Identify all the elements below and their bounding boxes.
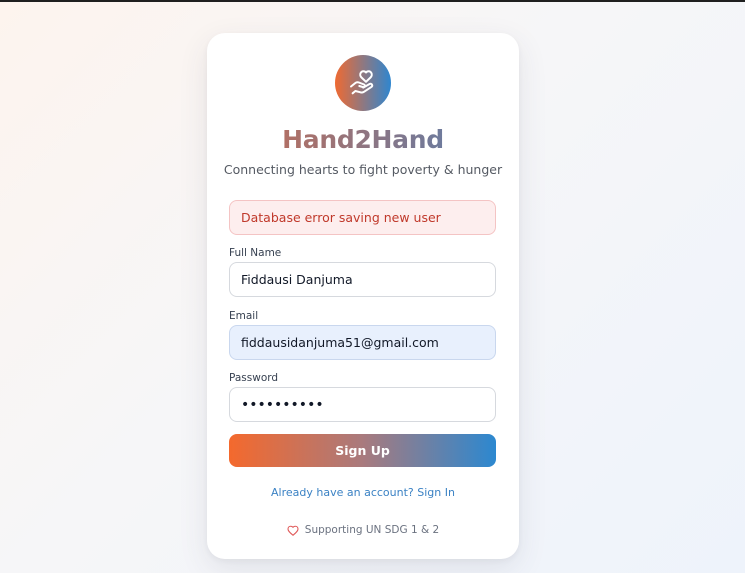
brand-title: Hand2Hand	[207, 123, 519, 157]
heart-icon	[287, 525, 299, 536]
full-name-label: Full Name	[229, 247, 282, 259]
brand-logo	[335, 55, 391, 111]
signup-card: Hand2Hand Connecting hearts to fight pov…	[207, 33, 519, 559]
password-input[interactable]	[229, 387, 496, 422]
sign-in-link[interactable]: Already have an account? Sign In	[207, 485, 519, 500]
email-label: Email	[229, 310, 259, 322]
email-input[interactable]	[229, 325, 496, 360]
brand-tagline: Connecting hearts to fight poverty & hun…	[223, 162, 503, 177]
password-label: Password	[229, 372, 279, 384]
window-top-edge	[0, 0, 745, 2]
sdg-footer: Supporting UN SDG 1 & 2	[207, 523, 519, 537]
sdg-text: Supporting UN SDG 1 & 2	[304, 524, 440, 536]
full-name-input[interactable]	[229, 262, 496, 297]
helping-hand-heart-icon	[350, 70, 374, 95]
sign-up-button[interactable]: Sign Up	[229, 434, 496, 467]
error-alert: Database error saving new user	[229, 200, 496, 235]
